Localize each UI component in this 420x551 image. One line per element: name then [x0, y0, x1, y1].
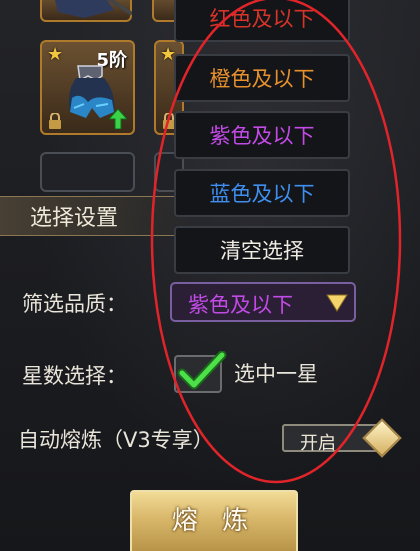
item-slot-top-1[interactable]: [40, 0, 132, 22]
equipment-icon: [55, 0, 132, 18]
item-slot-boots[interactable]: ★ 5阶: [40, 40, 135, 135]
annotation-ellipse: [150, 0, 402, 484]
smelt-button[interactable]: 熔 炼: [130, 490, 298, 551]
quality-filter-label: 筛选品质：: [22, 292, 127, 316]
empty-slot-1[interactable]: [40, 152, 135, 192]
smelt-button-label: 熔 炼: [171, 506, 257, 536]
upgrade-arrow-icon: [109, 109, 127, 129]
star-select-label: 星数选择：: [22, 364, 127, 388]
section-title: 选择设置: [30, 206, 119, 231]
lock-icon: [49, 113, 61, 129]
